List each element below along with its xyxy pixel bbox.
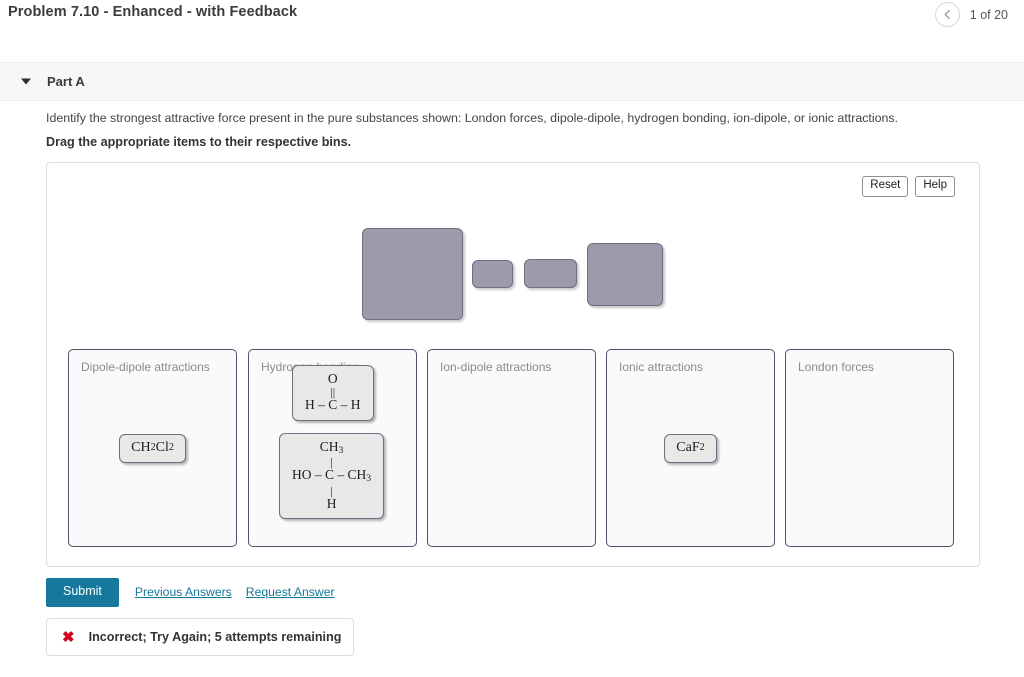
bin-hydrogen-bonding[interactable]: Hydrogen bondingO||H – C – HCH3|HO – C –… bbox=[248, 349, 417, 547]
drag-tile-formaldehyde[interactable]: O || H – C – H bbox=[292, 365, 374, 421]
part-a-label: Part A bbox=[47, 74, 85, 89]
drag-drop-answer-area: Reset Help Dipole-dipole attractions CH 2 C… bbox=[46, 162, 980, 567]
bin-items bbox=[786, 350, 953, 546]
x-mark-icon: ✖ bbox=[62, 628, 75, 646]
bin-label: Ion-dipole attractions bbox=[438, 359, 556, 375]
feedback-banner: ✖ Incorrect; Try Again; 5 attempts remai… bbox=[46, 618, 354, 656]
bin-items bbox=[428, 350, 595, 546]
previous-answers-link[interactable]: Previous Answers bbox=[135, 585, 232, 599]
placeholder-small-2[interactable] bbox=[524, 259, 577, 288]
caret-down-icon bbox=[20, 76, 31, 87]
bin-items: CaF 2 bbox=[607, 350, 774, 546]
bin-items: O || H – C – H CH3 | HO – C – CH3 | H bbox=[249, 350, 416, 546]
page-title: Problem 7.10 - Enhanced - with Feedback bbox=[8, 4, 298, 20]
bin-dipole-dipole-attractions[interactable]: Dipole-dipole attractions CH 2 Cl 2 bbox=[68, 349, 237, 547]
placeholder-small-1[interactable] bbox=[472, 260, 513, 288]
previous-problem-button[interactable] bbox=[934, 2, 960, 27]
chevron-left-icon bbox=[943, 9, 952, 20]
bin-london-forces[interactable]: London forces bbox=[785, 349, 954, 547]
bin-row: Dipole-dipole attractions CH 2 Cl 2 Hydrogen … bbox=[68, 349, 960, 547]
page-counter: 1 of 20 bbox=[969, 7, 1008, 22]
top-bar: Problem 7.10 - Enhanced - with Feedback … bbox=[0, 0, 1024, 46]
submit-button[interactable]: Submit bbox=[46, 578, 119, 607]
feedback-message: Incorrect; Try Again; 5 attempts remaini… bbox=[88, 630, 342, 644]
drag-source-area bbox=[47, 163, 981, 348]
bin-ionic-attractions[interactable]: Ionic attractions CaF 2 bbox=[606, 349, 775, 547]
bin-ion-dipole-attractions[interactable]: Ion-dipole attractions bbox=[427, 349, 596, 547]
part-a-header[interactable]: Part A bbox=[0, 62, 1024, 101]
bin-items: CH 2 Cl 2 bbox=[69, 350, 236, 546]
drag-tile-caf2[interactable]: CaF 2 bbox=[664, 433, 717, 463]
instruction-text: Drag the appropriate items to their resp… bbox=[46, 135, 352, 149]
drag-tile-ch2cl2[interactable]: CH 2 Cl 2 bbox=[119, 433, 186, 463]
action-row: Submit Previous Answers Request Answer bbox=[46, 578, 335, 607]
placeholder-large-left[interactable] bbox=[362, 228, 463, 320]
placeholder-medium-right[interactable] bbox=[587, 243, 663, 306]
bin-label: Ionic attractions bbox=[617, 359, 708, 375]
bin-label: London forces bbox=[796, 359, 879, 375]
drag-tile-isopropanol[interactable]: CH3 | HO – C – CH3 | H bbox=[279, 433, 385, 520]
pager: 1 of 20 bbox=[934, 2, 1008, 27]
request-answer-link[interactable]: Request Answer bbox=[246, 585, 335, 599]
question-text: Identify the strongest attractive force … bbox=[46, 111, 899, 125]
bin-label: Dipole-dipole attractions bbox=[79, 359, 214, 375]
